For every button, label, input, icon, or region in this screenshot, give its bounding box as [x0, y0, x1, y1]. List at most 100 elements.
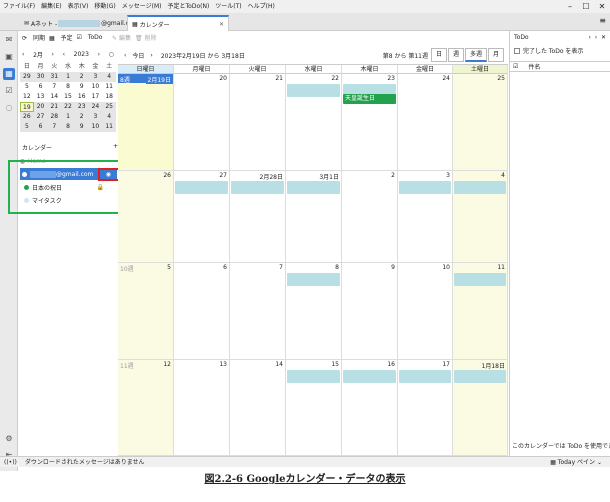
event-item[interactable]: [287, 279, 340, 285]
day-cell[interactable]: 27: [174, 171, 230, 263]
day-cell[interactable]: 4: [453, 171, 508, 263]
menu-edit[interactable]: 編集(E): [38, 0, 64, 13]
delete-button[interactable]: 🗑 削除: [135, 33, 157, 42]
mini-day[interactable]: 6: [34, 82, 48, 92]
mini-day[interactable]: 14: [47, 92, 61, 102]
tab-mail[interactable]: ✉ Aネット - @gmail.com: [20, 15, 143, 31]
chat-space-icon[interactable]: ◌: [3, 102, 15, 114]
day-cell[interactable]: 6: [174, 263, 230, 360]
mini-day[interactable]: 24: [88, 102, 103, 112]
event-item[interactable]: [175, 181, 228, 194]
day-cell[interactable]: 1月18日: [453, 360, 508, 456]
mini-day[interactable]: 4: [102, 72, 116, 82]
mini-day[interactable]: 17: [89, 92, 103, 102]
event-item[interactable]: [231, 181, 284, 194]
menu-help[interactable]: ヘルプ(H): [245, 0, 278, 13]
tab-calendar[interactable]: ▦ カレンダー ✕: [127, 15, 229, 31]
mini-day[interactable]: 2: [74, 72, 89, 82]
day-cell[interactable]: 2月19日 8週: [118, 74, 174, 171]
event-item[interactable]: [399, 181, 451, 194]
addressbook-space-icon[interactable]: ▣: [3, 51, 15, 63]
mini-day[interactable]: 30: [33, 72, 48, 82]
menu-view[interactable]: 表示(V): [65, 0, 92, 13]
sync-button[interactable]: ⟳ 同期: [22, 33, 45, 42]
event-item[interactable]: [287, 370, 340, 383]
mini-day[interactable]: 7: [47, 82, 61, 92]
today-pane-toggle[interactable]: ▦ Today ペイン ⌄: [550, 457, 602, 468]
view-week-tab[interactable]: 週: [447, 48, 464, 62]
mini-day[interactable]: 5: [20, 82, 34, 92]
event-item[interactable]: [454, 370, 506, 383]
mini-day[interactable]: 29: [20, 72, 34, 82]
new-event-button[interactable]: ▦ 予定: [49, 33, 73, 42]
day-cell[interactable]: 12 11週: [118, 360, 174, 456]
mini-day[interactable]: 4: [102, 112, 116, 122]
day-cell[interactable]: 2月28日: [230, 171, 286, 263]
edit-button[interactable]: ✎ 編集: [112, 33, 131, 42]
todo-subject-header[interactable]: 件名: [528, 62, 540, 71]
settings-icon[interactable]: ⚙: [3, 433, 15, 445]
next-icon[interactable]: ›: [150, 52, 152, 59]
mail-space-icon[interactable]: ✉: [3, 34, 15, 46]
mini-day[interactable]: 23: [74, 102, 89, 112]
mini-day[interactable]: 12: [20, 92, 34, 102]
menu-go[interactable]: 移動(G): [91, 0, 118, 13]
day-cell[interactable]: 15: [286, 360, 342, 456]
mini-day[interactable]: 11: [102, 82, 116, 92]
mini-day[interactable]: 1: [61, 112, 75, 122]
view-multiweek-tab[interactable]: 多週: [464, 48, 487, 62]
day-cell[interactable]: 3月1日: [286, 171, 342, 263]
mini-day[interactable]: 8: [61, 122, 75, 132]
menu-file[interactable]: ファイル(F): [0, 0, 38, 13]
day-cell[interactable]: 8: [286, 263, 342, 360]
close-icon[interactable]: ✕: [594, 0, 610, 13]
mini-day[interactable]: 25: [102, 102, 116, 112]
calendar-space-icon[interactable]: ▦: [3, 68, 15, 80]
mini-day[interactable]: 10: [88, 122, 103, 132]
mini-day[interactable]: 9: [75, 82, 89, 92]
day-cell[interactable]: 26: [118, 171, 174, 263]
holiday-event[interactable]: 天皇誕生日: [343, 94, 396, 104]
mini-day[interactable]: 28: [47, 112, 62, 122]
menu-tools[interactable]: ツール(T): [212, 0, 244, 13]
mini-day[interactable]: 8: [61, 82, 75, 92]
event-item[interactable]: [343, 370, 396, 383]
mini-day[interactable]: 27: [33, 112, 48, 122]
day-cell[interactable]: 24: [398, 74, 453, 171]
event-item[interactable]: [454, 181, 506, 194]
mini-day[interactable]: 13: [34, 92, 48, 102]
day-cell[interactable]: 5 10週: [118, 263, 174, 360]
mini-day[interactable]: 21: [47, 102, 62, 112]
day-cell[interactable]: 10: [398, 263, 453, 360]
maximize-icon[interactable]: ☐: [578, 0, 594, 13]
menu-icon[interactable]: ≡: [599, 16, 606, 25]
next-month-icon[interactable]: ›: [52, 51, 54, 58]
day-cell[interactable]: 23 天皇誕生日: [342, 74, 398, 171]
day-cell[interactable]: 16: [342, 360, 398, 456]
mini-day[interactable]: 20: [33, 102, 48, 112]
view-day-tab[interactable]: 日: [430, 48, 447, 62]
mini-day[interactable]: 3: [88, 112, 103, 122]
mini-day[interactable]: 5: [20, 122, 34, 132]
todo-nav-icons[interactable]: ‹ › ✕: [589, 34, 606, 41]
view-month-tab[interactable]: 月: [487, 48, 504, 62]
day-cell[interactable]: 25: [453, 74, 508, 171]
mini-day[interactable]: 26: [20, 112, 34, 122]
mini-day[interactable]: 11: [102, 122, 116, 132]
mini-day[interactable]: 22: [61, 102, 75, 112]
day-cell[interactable]: 11: [453, 263, 508, 360]
show-completed-checkbox[interactable]: [514, 47, 520, 54]
prev-month-icon[interactable]: ‹: [22, 51, 24, 58]
mini-day[interactable]: 31: [47, 72, 62, 82]
mini-day[interactable]: 16: [75, 92, 89, 102]
event-item[interactable]: [399, 370, 451, 383]
day-cell[interactable]: 21: [230, 74, 286, 171]
prev-year-icon[interactable]: ‹: [63, 51, 65, 58]
day-cell[interactable]: 13: [174, 360, 230, 456]
day-cell[interactable]: 7: [230, 263, 286, 360]
day-cell[interactable]: 14: [230, 360, 286, 456]
event-item[interactable]: [287, 181, 340, 194]
prev-icon[interactable]: ‹: [124, 52, 126, 59]
mini-day[interactable]: 6: [33, 122, 48, 132]
new-todo-button[interactable]: ☑ ToDo: [77, 34, 103, 41]
